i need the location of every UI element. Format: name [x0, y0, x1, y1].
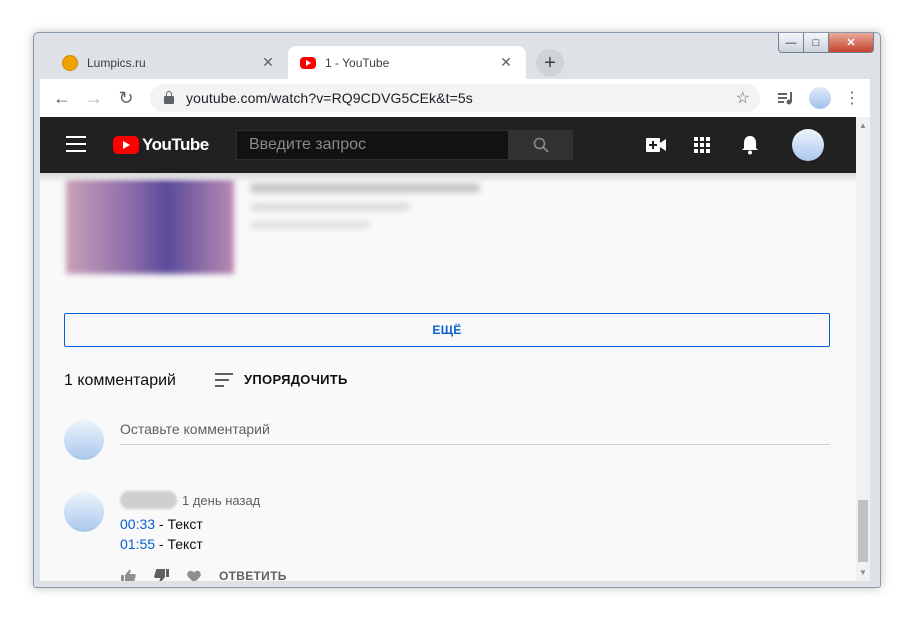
page-scrollbar[interactable]: ▲ ▼ [856, 117, 870, 581]
comment-text: - Текст [155, 536, 203, 552]
search-input[interactable] [247, 135, 508, 155]
youtube-favicon-icon [300, 56, 316, 69]
bookmark-star-icon[interactable]: ☆ [736, 88, 750, 108]
reload-icon[interactable]: ↻ [112, 84, 140, 112]
tab-youtube[interactable]: 1 - YouTube ✕ [288, 46, 526, 79]
address-bar[interactable]: youtube.com/watch?v=RQ9CDVG5CEk&t=5s ☆ [150, 84, 760, 112]
comment-actions: ОТВЕТИТЬ [120, 568, 287, 581]
notifications-bell-icon[interactable] [738, 133, 762, 157]
browser-toolbar: ← → ↻ youtube.com/watch?v=RQ9CDVG5CEk&t=… [40, 79, 870, 117]
thumbs-up-icon[interactable] [120, 568, 136, 581]
scrollbar-thumb[interactable] [858, 500, 868, 562]
search-button[interactable] [509, 130, 573, 160]
tab-title: 1 - YouTube [325, 55, 390, 70]
timestamp-link[interactable]: 01:55 [120, 536, 155, 552]
scroll-down-arrow-icon[interactable]: ▼ [859, 568, 867, 577]
forward-arrow-icon[interactable]: → [80, 84, 108, 112]
show-more-button[interactable]: ЕЩЁ [64, 313, 830, 347]
commenter-avatar[interactable] [64, 492, 104, 532]
account-avatar[interactable] [792, 129, 824, 161]
hamburger-menu-icon[interactable] [66, 136, 86, 152]
tab-lumpics[interactable]: Lumpics.ru ✕ [50, 46, 288, 79]
sort-label: УПОРЯДОЧИТЬ [244, 372, 348, 387]
close-tab-icon[interactable]: ✕ [260, 54, 276, 71]
menu-dots-icon[interactable]: ⋮ [840, 84, 864, 112]
create-video-icon[interactable] [644, 133, 668, 157]
search-box [236, 130, 509, 160]
comment-line: 01:55 - Текст [120, 536, 203, 552]
browser-window: — □ ✕ Lumpics.ru ✕ 1 - YouTube ✕ + ← → ↻… [33, 32, 881, 588]
comment-count: 1 комментарий [64, 372, 176, 389]
back-arrow-icon[interactable]: ← [48, 84, 76, 112]
close-tab-icon[interactable]: ✕ [498, 54, 514, 71]
new-tab-button[interactable]: + [536, 49, 564, 77]
reply-button[interactable]: ОТВЕТИТЬ [219, 569, 287, 581]
lock-icon [164, 91, 174, 104]
youtube-header: YouTube [40, 117, 856, 173]
youtube-logo[interactable]: YouTube [113, 135, 209, 155]
tab-title: Lumpics.ru [87, 55, 146, 70]
comment-text: - Текст [155, 516, 203, 532]
header-shadow [40, 173, 856, 183]
sort-icon [215, 372, 233, 387]
avatar [809, 87, 831, 109]
media-controls-icon[interactable] [774, 84, 798, 112]
sort-comments-button[interactable]: УПОРЯДОЧИТЬ [215, 372, 348, 387]
comment-line: 00:33 - Текст [120, 516, 203, 532]
heart-icon[interactable] [186, 568, 202, 581]
related-video-blurred[interactable] [60, 173, 520, 278]
thumbs-down-icon[interactable] [153, 568, 169, 581]
comment-date[interactable]: 1 день назад [182, 493, 260, 508]
apps-grid-icon[interactable] [690, 133, 714, 157]
scroll-up-arrow-icon[interactable]: ▲ [859, 121, 867, 130]
comment-input-underline [120, 444, 830, 445]
lumpics-favicon-icon [62, 54, 78, 71]
search-icon [533, 137, 549, 153]
youtube-play-icon [113, 136, 139, 154]
logo-text: YouTube [142, 135, 209, 154]
add-comment-input[interactable]: Оставьте комментарий [120, 421, 830, 437]
profile-avatar-small[interactable] [806, 84, 834, 112]
comment-author-blurred[interactable] [120, 491, 177, 509]
user-avatar [64, 420, 104, 460]
url-text[interactable]: youtube.com/watch?v=RQ9CDVG5CEk&t=5s [186, 90, 736, 106]
tab-strip: Lumpics.ru ✕ 1 - YouTube ✕ + [34, 33, 880, 79]
timestamp-link[interactable]: 00:33 [120, 516, 155, 532]
youtube-page: YouTube ЕЩЁ 1 комментарий УПОРЯДОЧИТЬ [40, 117, 856, 581]
